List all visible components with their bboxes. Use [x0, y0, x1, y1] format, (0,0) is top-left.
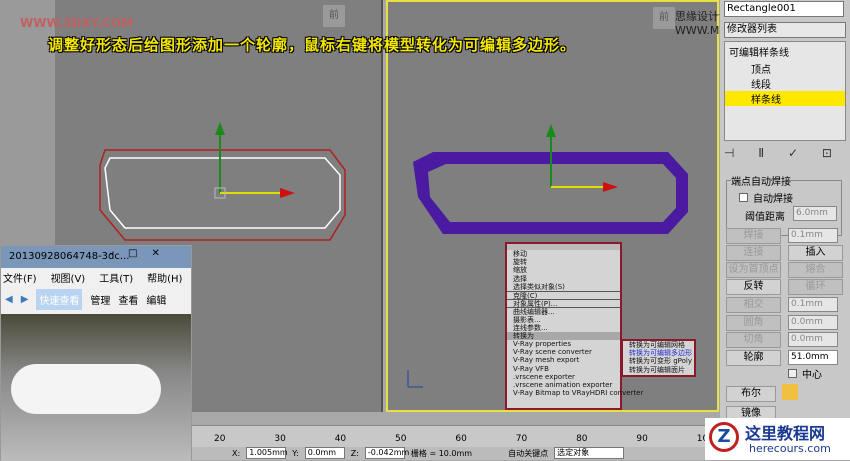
stack-toolbar-icons[interactable]: ⊣ Ⅱ ✓ ⊡: [724, 146, 846, 160]
menu-tools[interactable]: 工具(T): [99, 270, 133, 285]
modifier-stack: 可编辑样条线 顶点 线段 样条线: [724, 41, 846, 141]
menu-item[interactable]: V-Ray Bitmap to VRayHDRI converter: [507, 389, 643, 397]
menu-file[interactable]: 文件(F): [3, 270, 37, 285]
ruler-tick: 30: [274, 434, 286, 444]
window-controls[interactable]: –□✕: [109, 248, 189, 259]
manage-button[interactable]: 管理: [90, 292, 110, 307]
weld-button[interactable]: 焊接: [726, 228, 781, 244]
menu-item[interactable]: 对象属性(P)...: [507, 299, 620, 308]
menu-item[interactable]: 连线参数...: [507, 324, 620, 332]
object-name-field[interactable]: Rectangle001: [724, 1, 844, 17]
grid-size: 栅格 = 10.0mm: [410, 449, 473, 458]
stack-item-selected[interactable]: 样条线: [725, 91, 845, 106]
menu-item[interactable]: 选择: [507, 275, 620, 283]
back-icon[interactable]: ◀: [5, 294, 13, 305]
ruler-tick: 20: [214, 434, 226, 444]
menu-item[interactable]: V-Ray mesh export: [507, 356, 620, 364]
cycle-button[interactable]: 循环: [788, 279, 843, 295]
ruler-tick: 70: [515, 434, 528, 444]
menu-item[interactable]: 选择类似对象(S): [507, 283, 620, 291]
convert-submenu: 转换为可编辑网格 转换为可编辑多边形 转换为可变形 gPoly 转换为可编辑面片: [621, 339, 696, 377]
tutorial-caption: 调整好形态后给图形添加一个轮廓，鼠标右键将模型转化为可编辑多边形。: [48, 36, 577, 54]
image-viewer-window: 20130928064748-3dc... –□✕ 文件(F) 视图(V) 工具…: [0, 245, 192, 461]
outline-button[interactable]: 轮廓: [726, 350, 781, 366]
chamfer-button[interactable]: 切角: [726, 332, 781, 348]
insert-button[interactable]: 插入: [788, 245, 843, 261]
site-logo: Z 这里教程网 herecours.com: [705, 418, 850, 460]
status-bar: X: 1.005mm Y: 0.0mm Z: -0.042mm 栅格 = 10.0mm…: [192, 447, 720, 460]
z-coord-field[interactable]: -0.042mm: [364, 447, 409, 459]
cross-button[interactable]: 相交: [726, 297, 781, 313]
y-coord-field[interactable]: 0.0mm: [304, 447, 345, 459]
menu-item[interactable]: V-Ray properties: [507, 340, 620, 348]
auto-weld-label: 自动焊接: [753, 194, 793, 205]
edit-button[interactable]: 编辑: [146, 292, 166, 307]
quick-view-button[interactable]: 快速查看: [36, 288, 83, 310]
group-title: 端点自动焊接: [731, 173, 791, 188]
menu-item[interactable]: 移动: [507, 250, 620, 258]
watermark-left: WWW.3DXY.COM: [20, 16, 134, 30]
fillet-button[interactable]: 圆角: [726, 315, 781, 331]
menu-item[interactable]: V-Ray VFB: [507, 365, 620, 373]
menu-item[interactable]: .vrscene animation exporter: [507, 381, 620, 389]
threshold-label: 阈值距离: [745, 212, 785, 223]
stack-item[interactable]: 可编辑样条线: [725, 42, 845, 61]
reverse-button[interactable]: 反转: [726, 279, 781, 295]
center-label: 中心: [802, 370, 822, 381]
ruler-tick: 60: [455, 434, 467, 444]
menu-view[interactable]: 视图(V): [51, 270, 86, 285]
boolean-button[interactable]: 布尔: [726, 386, 776, 402]
outline-field[interactable]: 51.0mm: [788, 350, 838, 365]
menu-item[interactable]: 缩放: [507, 266, 620, 274]
auto-key-button[interactable]: 自动关键点: [508, 447, 548, 460]
chamfer-field[interactable]: 0.0mm: [788, 332, 838, 347]
ruler-tick: 50: [395, 434, 407, 444]
ruler-tick: 90: [636, 434, 648, 444]
connect-button[interactable]: 连接: [726, 245, 781, 261]
menu-item[interactable]: .vrscene exporter: [507, 373, 620, 381]
fillet-field[interactable]: 0.0mm: [788, 315, 838, 330]
submenu-item[interactable]: 转换为可变形 gPoly: [623, 357, 694, 365]
menu-help[interactable]: 帮助(H): [147, 270, 182, 285]
menu-item-convert[interactable]: 转换为: [507, 331, 620, 341]
view-button[interactable]: 查看: [118, 292, 138, 307]
cross-field[interactable]: 0.1mm: [788, 297, 838, 312]
fuse-button[interactable]: 熔合: [788, 262, 843, 278]
modifier-list-dropdown[interactable]: 修改器列表: [724, 22, 846, 38]
photo-preview: [1, 314, 191, 461]
center-checkbox[interactable]: [788, 369, 797, 378]
menu-item[interactable]: 曲线编辑器...: [507, 307, 620, 316]
ruler-tick: 40: [334, 434, 347, 444]
selection-dropdown[interactable]: 选定对象: [554, 447, 625, 459]
boolean-union-icon[interactable]: [782, 384, 798, 400]
menu-item[interactable]: 摄影表...: [507, 316, 620, 324]
quad-context-menu: 移动 旋转 缩放 选择 选择类似对象(S) 克隆(C) 对象属性(P)... 曲…: [505, 242, 643, 410]
threshold-field[interactable]: 6.0mm: [793, 206, 837, 221]
weld-field[interactable]: 0.1mm: [788, 228, 838, 243]
forward-icon[interactable]: ▶: [21, 294, 29, 305]
stack-item[interactable]: 线段: [725, 76, 845, 91]
x-coord-field[interactable]: 1.005mm: [246, 447, 288, 459]
ruler-tick: 80: [576, 434, 588, 444]
menu-item[interactable]: V-Ray scene converter: [507, 348, 620, 356]
stack-item[interactable]: 顶点: [725, 61, 845, 76]
make-first-button[interactable]: 设为首顶点: [726, 262, 781, 278]
menu-item[interactable]: 克隆(C): [507, 290, 620, 300]
auto-weld-checkbox[interactable]: [739, 193, 748, 202]
submenu-item[interactable]: 转换为可编辑面片: [623, 366, 694, 374]
command-panel: Rectangle001 修改器列表 可编辑样条线 顶点 线段 样条线 ⊣ Ⅱ …: [720, 0, 850, 460]
timeline-ruler[interactable]: 2030405060708090100: [192, 425, 720, 447]
submenu-item[interactable]: 转换为可编辑网格: [623, 341, 694, 349]
title-bar: 20130928064748-3dc... –□✕: [1, 246, 191, 268]
